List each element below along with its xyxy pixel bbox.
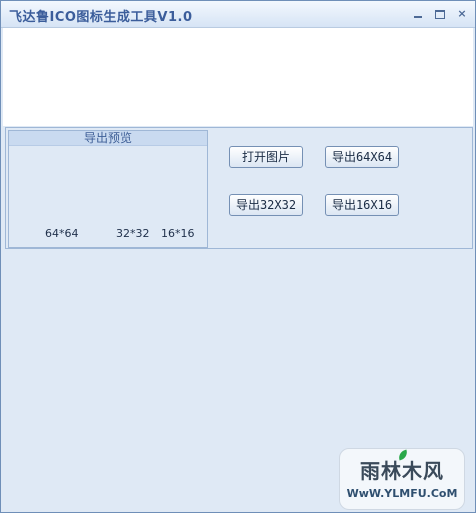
preview-size-16: 16*16: [161, 227, 195, 240]
minimize-button[interactable]: [411, 8, 425, 20]
export-64-button[interactable]: 导出64X64: [325, 146, 399, 168]
preview-size-32: 32*32: [116, 227, 150, 240]
maximize-button[interactable]: [433, 8, 447, 20]
export-32-button[interactable]: 导出32X32: [229, 194, 303, 216]
export-16-button[interactable]: 导出16X16: [325, 194, 399, 216]
image-display-area: [3, 28, 473, 126]
app-window: 飞达鲁ICO图标生成工具V1.0 × 导出预览 64*64 32*32 16*1…: [0, 0, 476, 513]
export-preview-group: 导出预览 64*64 32*32 16*16: [8, 130, 208, 248]
preview-size-64: 64*64: [45, 227, 79, 240]
watermark-url: WwW.YLMFU.CoM: [346, 487, 458, 500]
maximize-icon: [435, 10, 445, 19]
watermark-text: 雨林木风: [360, 459, 444, 483]
window-title: 飞达鲁ICO图标生成工具V1.0: [9, 10, 193, 25]
minimize-icon: [414, 16, 422, 18]
title-bar[interactable]: 飞达鲁ICO图标生成工具V1.0 ×: [1, 1, 475, 28]
close-icon: ×: [457, 7, 467, 20]
main-panel: 导出预览 64*64 32*32 16*16 打开图片 导出64X64 导出32…: [5, 127, 473, 249]
watermark-logo: 雨林木风 WwW.YLMFU.CoM: [339, 448, 465, 510]
close-button[interactable]: ×: [455, 8, 469, 20]
open-image-button[interactable]: 打开图片: [229, 146, 303, 168]
preview-header: 导出预览: [9, 131, 207, 146]
